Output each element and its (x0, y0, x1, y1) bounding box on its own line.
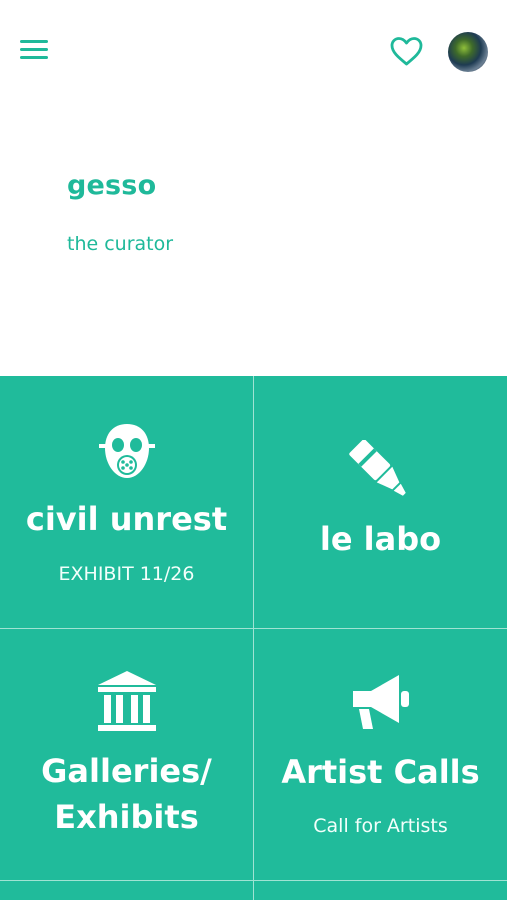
tile-partial-right[interactable] (254, 881, 507, 900)
tile-label: civil unrest (25, 500, 228, 538)
marker-icon (348, 439, 414, 502)
tile-le-labo[interactable]: le labo (254, 376, 507, 628)
grid-divider-horizontal (0, 880, 507, 881)
hamburger-menu-icon[interactable] (20, 40, 48, 64)
tile-galleries-exhibits[interactable]: Galleries/ Exhibits (0, 629, 253, 880)
megaphone-icon (349, 671, 413, 733)
tile-partial-left[interactable] (0, 881, 253, 900)
tile-label-line1: Galleries/ (41, 752, 212, 790)
grid-divider-vertical (253, 376, 254, 900)
tile-label-line2: Exhibits (54, 798, 199, 836)
top-bar (0, 0, 507, 110)
tile-label: le labo (319, 520, 442, 558)
app-title: gesso (67, 170, 157, 201)
heart-icon[interactable] (390, 36, 423, 68)
tile-sublabel: EXHIBIT 11/26 (58, 563, 195, 585)
tile-sublabel: Call for Artists (313, 815, 448, 837)
user-avatar[interactable] (448, 32, 488, 72)
tile-label: Artist Calls (281, 753, 480, 791)
app-subtitle: the curator (67, 233, 174, 255)
tile-civil-unrest[interactable]: civil unrest EXHIBIT 11/26 (0, 376, 253, 628)
grid-divider-horizontal (0, 628, 507, 629)
museum-icon (96, 669, 158, 733)
tile-artist-calls[interactable]: Artist Calls Call for Artists (254, 629, 507, 880)
gas-mask-icon (97, 420, 157, 484)
